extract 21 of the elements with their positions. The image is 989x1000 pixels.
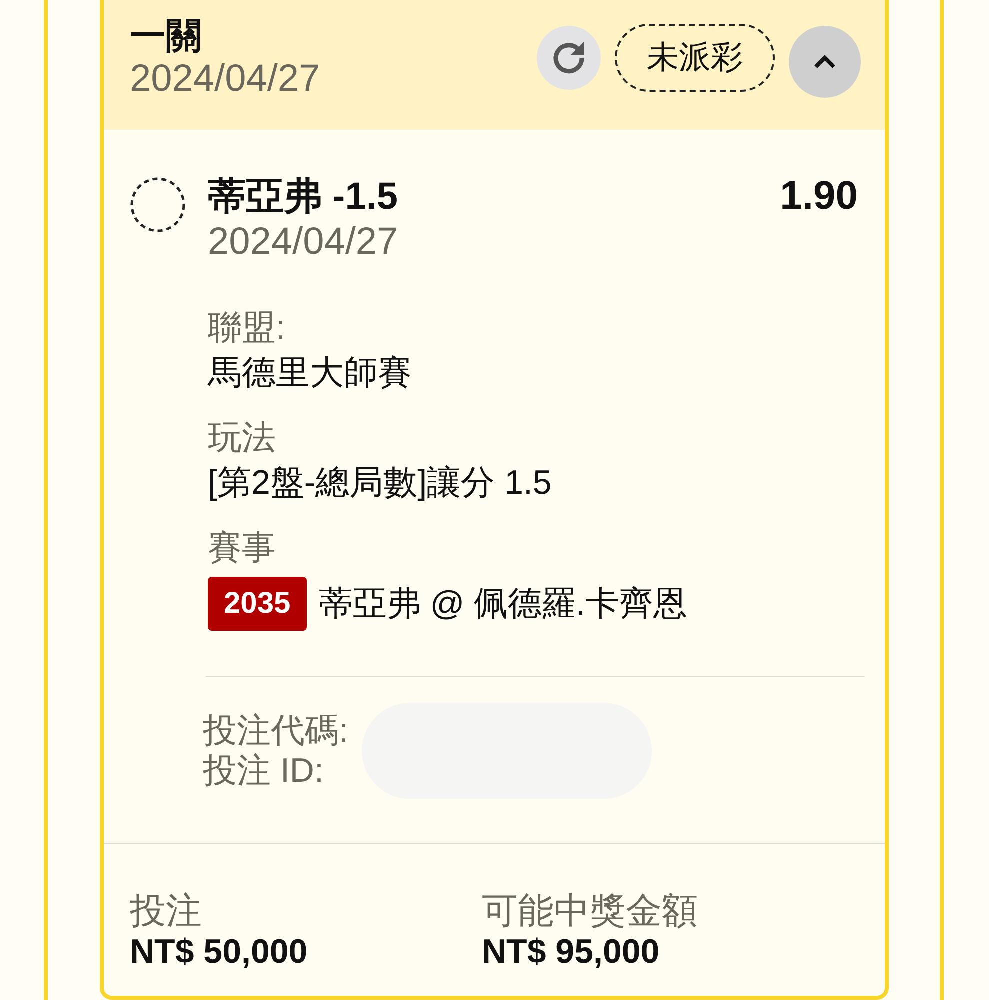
match-date: 2024/04/27 xyxy=(208,220,400,264)
bet-type-title: 一關 xyxy=(130,14,203,58)
detail-label: 聯盟: xyxy=(208,308,286,349)
summary-label: 投注 xyxy=(130,891,203,931)
summary-amount: NT$ 95,000 xyxy=(482,932,661,973)
summary-amount: NT$ 50,000 xyxy=(130,932,309,973)
detail-label: 賽事 xyxy=(208,528,277,569)
detail-label: 玩法 xyxy=(208,418,277,459)
detail-value: 馬德里大師賽 xyxy=(208,353,413,394)
bet-code-label: 投注 ID: xyxy=(203,751,325,791)
odds-value: 1.90 xyxy=(780,173,858,219)
chevron-up-icon xyxy=(813,54,837,70)
summary-label: 可能中獎金額 xyxy=(482,891,699,931)
refresh-icon xyxy=(551,40,587,76)
selection-name: 蒂亞弗 -1.5 xyxy=(208,175,398,220)
match-number-badge: 2035 xyxy=(208,577,307,631)
bet-date: 2024/04/27 xyxy=(130,58,320,100)
detail-value: [第2盤-總局數]讓分 1.5 xyxy=(208,463,553,504)
detail-value: 蒂亞弗 @ 佩德羅.卡齊恩 xyxy=(318,584,688,624)
bet-code-label: 投注代碼: xyxy=(203,711,348,751)
status-badge: 未派彩 xyxy=(615,24,775,92)
